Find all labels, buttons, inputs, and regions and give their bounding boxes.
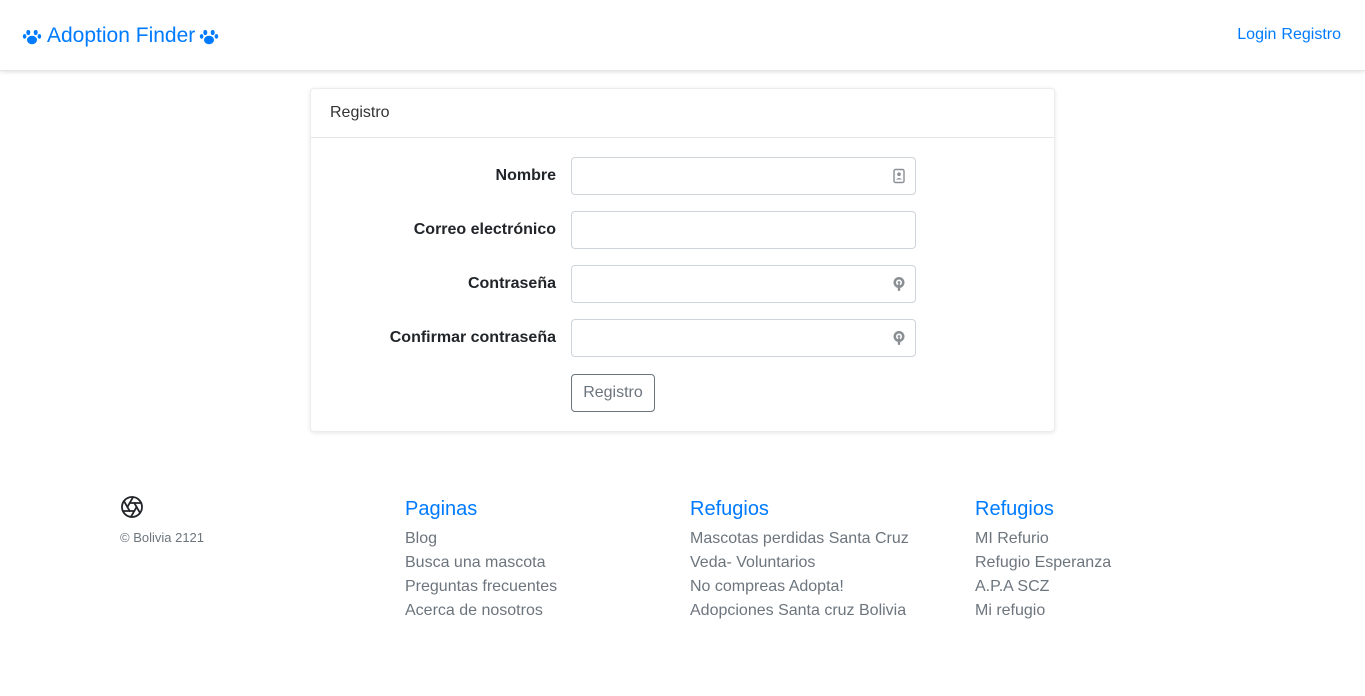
footer-link-volunteers[interactable]: Veda- Voluntarios [690, 554, 815, 571]
register-card: Registro Nombre Correo electrónico Contr… [310, 88, 1055, 432]
footer-column-title: Paginas [405, 498, 478, 520]
brand-name: Adoption Finder [47, 24, 196, 47]
footer-link-about[interactable]: Acerca de nosotros [405, 602, 543, 619]
footer-column-shelters-2: Refugios MI Refurio Refugio Esperanza A.… [975, 497, 1225, 623]
footer-link-adoptions[interactable]: Adopciones Santa cruz Bolivia [690, 602, 906, 619]
aperture-icon [120, 495, 144, 519]
footer-link-lost-pets[interactable]: Mascotas perdidas Santa Cruz [690, 530, 909, 547]
brand-link[interactable]: Adoption Finder [22, 22, 219, 50]
nav-links: Login Registro [1237, 25, 1341, 45]
footer-link-search-pet[interactable]: Busca una mascota [405, 554, 546, 571]
footer-link-apa-scz[interactable]: A.P.A SCZ [975, 578, 1049, 595]
password-row: Contraseña [311, 265, 1056, 303]
footer-column-title: Refugios [690, 498, 769, 520]
password-input[interactable] [571, 265, 916, 303]
footer-link-adopt[interactable]: No compreas Adopta! [690, 578, 844, 595]
confirm-password-input[interactable] [571, 319, 916, 357]
contact-card-icon [891, 168, 907, 184]
footer-link-refugio-esperanza[interactable]: Refugio Esperanza [975, 554, 1111, 571]
confirm-password-row: Confirmar contraseña [311, 319, 1056, 357]
footer-column-title: Refugios [975, 498, 1054, 520]
password-key-icon[interactable] [891, 330, 907, 346]
footer-link-blog[interactable]: Blog [405, 530, 437, 547]
email-input[interactable] [571, 211, 916, 249]
footer-column-shelters: Refugios Mascotas perdidas Santa Cruz Ve… [690, 497, 940, 623]
card-header: Registro [311, 89, 1054, 138]
email-label: Correo electrónico [413, 221, 556, 238]
footer-column-pages: Paginas Blog Busca una mascota Preguntas… [405, 497, 655, 623]
email-row: Correo electrónico [311, 211, 1056, 249]
footer-link-mi-refurio[interactable]: MI Refurio [975, 530, 1049, 547]
footer-link-mi-refugio[interactable]: Mi refugio [975, 602, 1045, 619]
name-row: Nombre [311, 157, 1056, 195]
register-submit-button[interactable]: Registro [571, 374, 655, 412]
paw-icon [22, 26, 42, 46]
password-key-icon[interactable] [891, 276, 907, 292]
navbar: Adoption Finder Login Registro [0, 0, 1365, 71]
copyright-text: © Bolivia 2121 [120, 530, 205, 545]
password-label: Contraseña [467, 275, 556, 292]
paw-icon [199, 26, 219, 46]
name-input[interactable] [571, 157, 916, 195]
confirm-password-label: Confirmar contraseña [389, 329, 556, 346]
nav-register-link[interactable]: Registro [1281, 25, 1341, 45]
footer-link-faq[interactable]: Preguntas frecuentes [405, 578, 557, 595]
nav-login-link[interactable]: Login [1237, 25, 1276, 45]
name-label: Nombre [495, 167, 556, 184]
